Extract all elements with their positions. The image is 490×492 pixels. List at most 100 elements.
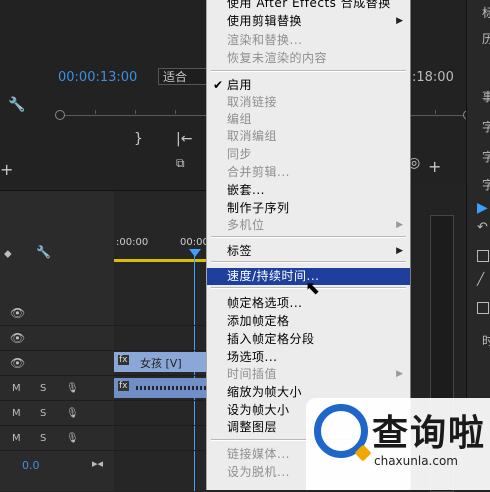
watermark-logo: 查询啦 chaxunla.com	[306, 398, 490, 490]
menu-item-label: 设为脱机...	[227, 465, 290, 479]
menu-separator	[211, 261, 406, 263]
microphone-icon[interactable]: 🎙	[66, 408, 79, 419]
selection-tool-icon[interactable]: ▶	[477, 200, 488, 216]
menu-item[interactable]: 使用剪辑替换 ▶	[207, 13, 410, 30]
menu-item[interactable]: 添加帧定格	[207, 313, 410, 330]
menu-item-label: 取消链接	[227, 95, 278, 109]
mute-button[interactable]: M	[12, 408, 21, 419]
menu-item-label: 使用 After Effects 合成替换	[227, 0, 391, 10]
menu-item-label: 嵌套...	[227, 183, 265, 197]
menu-item-label: 场选项...	[227, 350, 278, 364]
menu-item[interactable]: 制作子序列	[207, 200, 410, 217]
panel-tab-label[interactable]: 事	[482, 88, 490, 105]
menu-item-label: 同步	[227, 147, 253, 161]
menu-item-label: 多机位	[227, 218, 265, 232]
menu-item[interactable]: 嵌套...	[207, 182, 410, 199]
audio-waveform	[136, 386, 206, 390]
menu-item-label: 缩放为帧大小	[227, 385, 303, 399]
checkmark-icon: ✔	[213, 78, 224, 92]
solo-button[interactable]: S	[40, 433, 46, 444]
menu-item: 时间插值 ▶	[207, 366, 410, 383]
rectangle-tool-icon[interactable]	[477, 250, 489, 262]
snap-icon[interactable]: ⬥	[4, 247, 12, 261]
submenu-arrow-icon: ▶	[396, 220, 403, 230]
undo-icon[interactable]: ↶	[477, 220, 488, 235]
solo-button[interactable]: S	[40, 383, 46, 394]
menu-item-label: 帧定格选项...	[227, 296, 303, 310]
panel-tab-label[interactable]: 字	[482, 118, 490, 135]
menu-item-label: 渲染和替换...	[227, 33, 303, 47]
menu-item[interactable]: 场选项...	[207, 349, 410, 366]
menu-item: 恢复未渲染的内容	[207, 50, 410, 67]
menu-item-label: 链接媒体...	[227, 447, 290, 461]
eye-icon[interactable]: 👁	[10, 331, 25, 345]
submenu-arrow-icon: ▶	[396, 246, 403, 256]
menu-item-label: 标签	[227, 244, 253, 258]
fx-icon: fx	[118, 381, 129, 391]
menu-item: 同步	[207, 146, 410, 163]
volume-value[interactable]: 0.0	[22, 459, 40, 472]
submenu-arrow-icon: ▶	[396, 369, 403, 379]
mute-button[interactable]: M	[12, 383, 21, 394]
menu-item: 合并剪辑...	[207, 164, 410, 181]
panel-tab-label[interactable]: 时	[482, 332, 490, 349]
menu-item-label: 使用剪辑替换	[227, 14, 303, 28]
menu-item: 编组	[207, 111, 410, 128]
menu-separator	[211, 70, 406, 72]
playhead-handle[interactable]	[189, 249, 201, 257]
menu-item-label: 添加帧定格	[227, 314, 290, 328]
menu-item-label: 编组	[227, 112, 253, 126]
panel-tab-label[interactable]: 字	[482, 148, 490, 165]
ruler-label-1: 00:00	[180, 237, 209, 248]
menu-item[interactable]: 插入帧定格分段	[207, 331, 410, 348]
video-clip[interactable]: fx 女孩 [V]	[114, 352, 210, 372]
submenu-arrow-icon: ▶	[396, 16, 403, 26]
microphone-icon[interactable]: 🎙	[66, 433, 79, 444]
work-area-bar[interactable]	[114, 259, 210, 262]
watermark-url: chaxunla.com	[374, 454, 458, 468]
panel-tab-label[interactable]: 历	[482, 30, 490, 47]
duration-timecode: :18:00	[412, 70, 454, 85]
ruler-label-0: :00:00	[116, 237, 149, 248]
fx-icon: fx	[118, 355, 129, 365]
menu-item: 多机位 ▶	[207, 217, 410, 234]
solo-button[interactable]: S	[40, 408, 46, 419]
menu-item-label: 制作子序列	[227, 201, 290, 215]
menu-item-label: 合并剪辑...	[227, 165, 290, 179]
panel-tab-label[interactable]: 字	[482, 176, 490, 193]
rectangle-tool-icon[interactable]	[477, 302, 489, 314]
timeline-wrench-icon[interactable]: 🔧	[36, 245, 51, 259]
menu-item-label: 调整图层	[227, 420, 278, 434]
go-to-end-icon[interactable]: ▸◂	[92, 457, 103, 470]
menu-item-label: 时间插值	[227, 367, 278, 381]
wrench-icon[interactable]: 🔧	[8, 98, 25, 112]
add-button-left[interactable]: +	[0, 162, 13, 178]
current-timecode[interactable]: 00:00:13:00	[58, 70, 137, 85]
add-button-right[interactable]: +	[428, 159, 441, 175]
panel-tab-label[interactable]: 标	[482, 4, 490, 21]
menu-item[interactable]: 使用 After Effects 合成替换	[207, 0, 410, 12]
lift-icon[interactable]: ⧉	[176, 156, 185, 170]
menu-item: 取消编组	[207, 128, 410, 145]
menu-item: 渲染和替换...	[207, 32, 410, 49]
mouse-cursor-icon: ⬉	[305, 278, 321, 299]
eye-icon[interactable]: 👁	[10, 306, 25, 320]
menu-item-label: 插入帧定格分段	[227, 332, 315, 346]
video-clip-label: 女孩 [V]	[140, 357, 182, 370]
go-to-in-icon[interactable]: |←	[176, 132, 192, 146]
eye-icon[interactable]: 👁	[10, 356, 25, 370]
menu-item[interactable]: ✔ 启用	[207, 77, 410, 94]
mute-button[interactable]: M	[12, 433, 21, 444]
menu-item-label: 取消编组	[227, 129, 278, 143]
menu-separator	[211, 236, 406, 238]
mark-in-icon[interactable]: }	[134, 132, 143, 146]
menu-item-label: 设为帧大小	[227, 403, 290, 417]
menu-item: 取消链接	[207, 94, 410, 111]
microphone-icon[interactable]: 🎙	[66, 383, 79, 394]
menu-item[interactable]: 标签 ▶	[207, 243, 410, 260]
menu-item-label: 恢复未渲染的内容	[227, 51, 328, 65]
watermark-brand: 查询啦	[372, 413, 487, 454]
diagonal-tool-icon[interactable]: ╱	[477, 272, 484, 286]
audio-clip[interactable]: fx	[114, 378, 210, 398]
menu-item-label: 启用	[227, 78, 253, 92]
